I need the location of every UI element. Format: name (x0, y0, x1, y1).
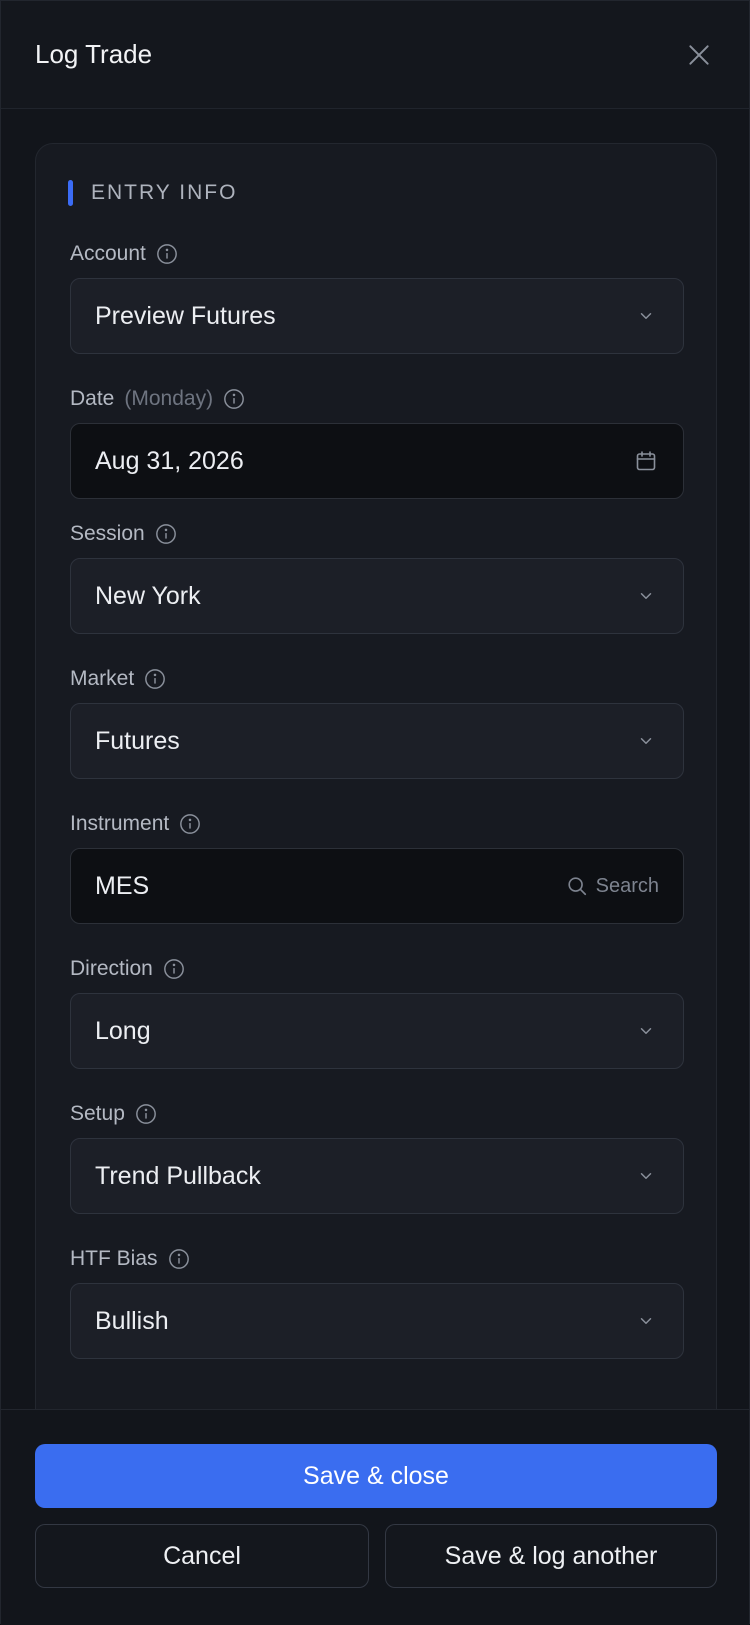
direction-select[interactable]: Long (70, 993, 684, 1069)
info-icon[interactable] (135, 1103, 157, 1125)
section-accent-bar (68, 180, 73, 206)
chevron-down-icon (633, 1018, 659, 1044)
session-value: New York (95, 581, 201, 610)
session-label: Session (70, 522, 177, 546)
modal-header: Log Trade (1, 1, 749, 109)
chevron-down-icon (633, 1163, 659, 1189)
date-weekday: (Monday) (124, 387, 214, 410)
close-button[interactable] (681, 37, 717, 73)
chevron-down-icon (633, 728, 659, 754)
date-value: Aug 31, 2026 (95, 446, 244, 475)
save-close-button[interactable]: Save & close (35, 1444, 717, 1508)
close-icon (689, 45, 709, 65)
instrument-search[interactable]: Search (566, 875, 659, 898)
calendar-icon[interactable] (633, 448, 659, 474)
date-label: Date (Monday) (70, 387, 245, 411)
info-icon[interactable] (179, 813, 201, 835)
search-hint-label: Search (595, 874, 659, 897)
setup-value: Trend Pullback (95, 1161, 261, 1190)
info-icon[interactable] (156, 243, 178, 265)
setup-select[interactable]: Trend Pullback (70, 1138, 684, 1214)
info-icon[interactable] (223, 388, 245, 410)
form-scroll-area[interactable]: ENTRY INFO Account Preview Futures Date … (1, 109, 749, 1409)
entry-info-card: ENTRY INFO Account Preview Futures Date … (35, 143, 717, 1409)
instrument-value: MES (95, 871, 150, 900)
direction-value: Long (95, 1016, 151, 1045)
log-trade-modal: Log Trade ENTRY INFO Account Preview Fut (0, 0, 750, 1625)
account-label: Account (70, 242, 178, 266)
save-log-another-button[interactable]: Save & log another (385, 1524, 717, 1588)
modal-footer: Save & close Cancel Save & log another (1, 1409, 749, 1625)
cancel-button[interactable]: Cancel (35, 1524, 369, 1588)
market-select[interactable]: Futures (70, 703, 684, 779)
htf-bias-label: HTF Bias (70, 1247, 190, 1271)
instrument-label: Instrument (70, 812, 201, 836)
direction-label: Direction (70, 957, 185, 981)
market-value: Futures (95, 726, 180, 755)
setup-label: Setup (70, 1102, 157, 1126)
info-icon[interactable] (163, 958, 185, 980)
info-icon[interactable] (144, 668, 166, 690)
page-title: Log Trade (35, 39, 153, 69)
info-icon[interactable] (155, 523, 177, 545)
session-select[interactable]: New York (70, 558, 684, 634)
account-select[interactable]: Preview Futures (70, 278, 684, 354)
info-icon[interactable] (168, 1248, 190, 1270)
search-icon (568, 877, 586, 896)
market-label: Market (70, 667, 166, 691)
instrument-input[interactable]: MES Search (70, 848, 684, 924)
htf-bias-value: Bullish (95, 1306, 169, 1335)
section-title: ENTRY INFO (91, 181, 238, 204)
chevron-down-icon (633, 1308, 659, 1334)
chevron-down-icon (633, 583, 659, 609)
htf-bias-select[interactable]: Bullish (70, 1283, 684, 1359)
chevron-down-icon (633, 303, 659, 329)
account-value: Preview Futures (95, 301, 276, 330)
date-input[interactable]: Aug 31, 2026 (70, 423, 684, 499)
section-header: ENTRY INFO (68, 180, 237, 206)
